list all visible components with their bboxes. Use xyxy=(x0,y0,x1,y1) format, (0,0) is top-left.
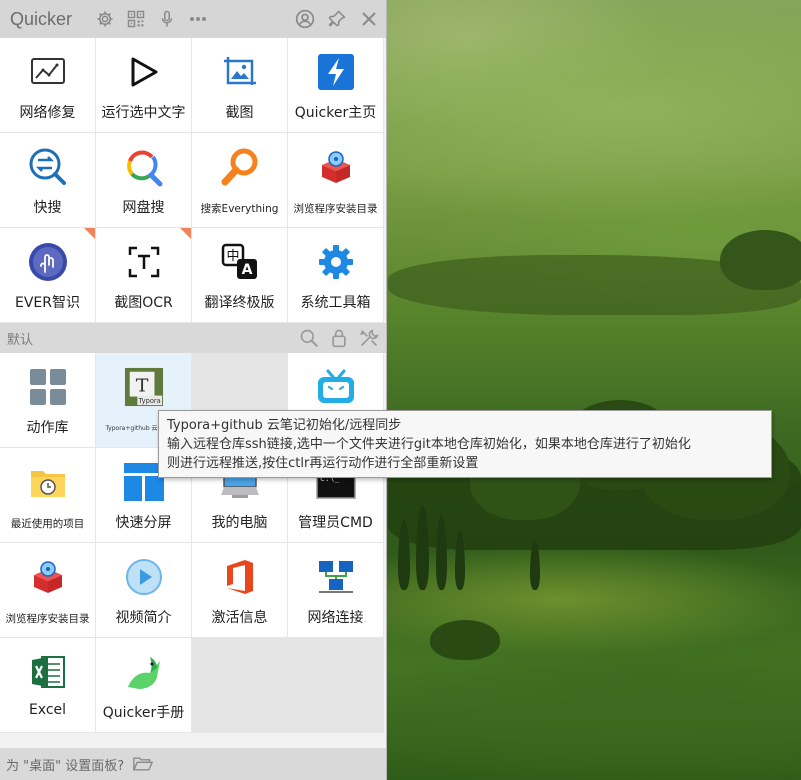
section-header: 默认 xyxy=(0,323,386,353)
more-icon[interactable] xyxy=(187,8,209,30)
action-label: Excel xyxy=(28,702,67,718)
search-icon[interactable] xyxy=(298,327,320,349)
action-label: EVER智识 xyxy=(15,295,80,311)
tooltip-title: Typora+github 云笔记初始化/远程同步 xyxy=(167,418,402,433)
action-label: 浏览程序安装目录 xyxy=(5,613,90,625)
action-browse-install-dir-2[interactable]: 浏览程序安装目录 xyxy=(0,543,96,638)
everything-search-icon xyxy=(220,147,260,187)
tools-icon[interactable] xyxy=(358,327,380,349)
section-label: 默认 xyxy=(7,332,34,348)
lock-icon[interactable] xyxy=(328,327,350,349)
action-label: 运行选中文字 xyxy=(101,105,186,121)
action-system-toolbox[interactable]: 系统工具箱 xyxy=(288,228,384,323)
action-recent-items[interactable]: 最近使用的项目 xyxy=(0,448,96,543)
recent-folder-icon xyxy=(28,462,68,502)
bird-icon xyxy=(124,652,164,692)
tooltip-line: 输入远程仓库ssh链接,选中一个文件夹进行git本地仓库初始化，如果本地仓库进行… xyxy=(167,437,691,452)
empty-slot xyxy=(288,638,384,733)
svg-text:A: A xyxy=(241,262,252,278)
play-triangle-icon xyxy=(124,52,164,92)
quicker-panel: Quicker 网络修复 运行选中文字 截图 Quicker主页 快搜 网盘搜 … xyxy=(0,0,387,780)
folder-open-icon[interactable] xyxy=(132,753,154,775)
ocr-icon xyxy=(124,242,164,282)
action-netdisk-search[interactable]: 网盘搜 xyxy=(96,133,192,228)
google-search-icon xyxy=(124,147,164,187)
quicker-bolt-icon xyxy=(316,52,356,92)
action-browse-install-dir[interactable]: 浏览程序安装目录 xyxy=(288,133,384,228)
gear-icon[interactable] xyxy=(94,8,116,30)
action-label: 网络修复 xyxy=(19,105,76,121)
excel-icon xyxy=(28,652,68,692)
action-label: 我的电脑 xyxy=(211,515,268,531)
action-run-selected-text[interactable]: 运行选中文字 xyxy=(96,38,192,133)
action-label: 快搜 xyxy=(33,200,62,216)
office-icon xyxy=(220,557,260,597)
action-activation-info[interactable]: 激活信息 xyxy=(192,543,288,638)
action-label: 激活信息 xyxy=(211,610,268,626)
action-label: 翻译终极版 xyxy=(204,295,275,311)
action-label: 系统工具箱 xyxy=(300,295,371,311)
action-screenshot-ocr[interactable]: 截图OCR xyxy=(96,228,192,323)
action-network-repair[interactable]: 网络修复 xyxy=(0,38,96,133)
action-label: Quicker主页 xyxy=(294,105,377,121)
screenshot-icon xyxy=(220,52,260,92)
action-label: 网盘搜 xyxy=(122,200,165,216)
update-corner-marker xyxy=(180,228,191,239)
close-icon[interactable] xyxy=(358,8,380,30)
tooltip-line: 则进行远程推送,按住ctlr再运行动作进行全部重新设置 xyxy=(167,456,479,471)
video-play-icon xyxy=(124,557,164,597)
tree xyxy=(430,620,500,660)
app-title: Quicker xyxy=(10,8,73,29)
action-label: 搜索Everything xyxy=(200,203,279,215)
translate-icon: 中A xyxy=(220,242,260,282)
install-dir-icon xyxy=(28,557,68,597)
action-quicker-home[interactable]: Quicker主页 xyxy=(288,38,384,133)
svg-text:T: T xyxy=(135,375,148,397)
tree xyxy=(720,230,801,290)
action-tooltip: Typora+github 云笔记初始化/远程同步 输入远程仓库ssh链接,选中… xyxy=(158,410,772,478)
typora-icon: T Typora xyxy=(124,367,164,407)
microphone-icon[interactable] xyxy=(156,8,178,30)
action-library-icon xyxy=(28,367,68,407)
footer-bar: 为 "桌面" 设置面板? xyxy=(0,748,386,780)
action-ever-zhishi[interactable]: EVER智识 xyxy=(0,228,96,323)
user-icon[interactable] xyxy=(294,8,316,30)
action-screenshot[interactable]: 截图 xyxy=(192,38,288,133)
install-dir-icon xyxy=(316,147,356,187)
action-label: 截图 xyxy=(225,105,254,121)
action-label: 截图OCR xyxy=(114,295,173,311)
action-search-everything[interactable]: 搜索Everything xyxy=(192,133,288,228)
action-excel[interactable]: Excel xyxy=(0,638,96,733)
svg-text:Typora: Typora xyxy=(137,397,160,405)
empty-slot xyxy=(192,638,288,733)
action-label: 视频简介 xyxy=(115,610,172,626)
action-label: 动作库 xyxy=(26,420,69,436)
qr-code-icon[interactable] xyxy=(125,8,147,30)
network-connection-icon xyxy=(316,557,356,597)
network-repair-icon xyxy=(28,52,68,92)
footer-text: 为 "桌面" 设置面板? xyxy=(6,758,125,774)
bilibili-icon xyxy=(316,367,356,407)
action-label: 管理员CMD xyxy=(298,515,373,531)
action-quicker-manual[interactable]: Quicker手册 xyxy=(96,638,192,733)
action-library[interactable]: 动作库 xyxy=(0,353,96,448)
action-network-connection[interactable]: 网络连接 xyxy=(288,543,384,638)
action-video-intro[interactable]: 视频简介 xyxy=(96,543,192,638)
action-label: Quicker手册 xyxy=(102,705,185,721)
quick-search-icon xyxy=(28,147,68,187)
action-label: 快速分屏 xyxy=(115,515,172,531)
settings-gear-icon xyxy=(316,242,356,282)
action-label: 网络连接 xyxy=(307,610,364,626)
action-translate[interactable]: 中A 翻译终极版 xyxy=(192,228,288,323)
pinned-action-grid: 网络修复 运行选中文字 截图 Quicker主页 快搜 网盘搜 搜索Everyt… xyxy=(0,38,386,323)
ever-fingerprint-icon xyxy=(28,242,68,282)
pin-icon[interactable] xyxy=(326,8,348,30)
action-label: 最近使用的项目 xyxy=(10,518,85,530)
update-corner-marker xyxy=(84,228,95,239)
action-label: 浏览程序安装目录 xyxy=(293,203,378,215)
titlebar: Quicker xyxy=(0,0,386,38)
action-quick-search[interactable]: 快搜 xyxy=(0,133,96,228)
